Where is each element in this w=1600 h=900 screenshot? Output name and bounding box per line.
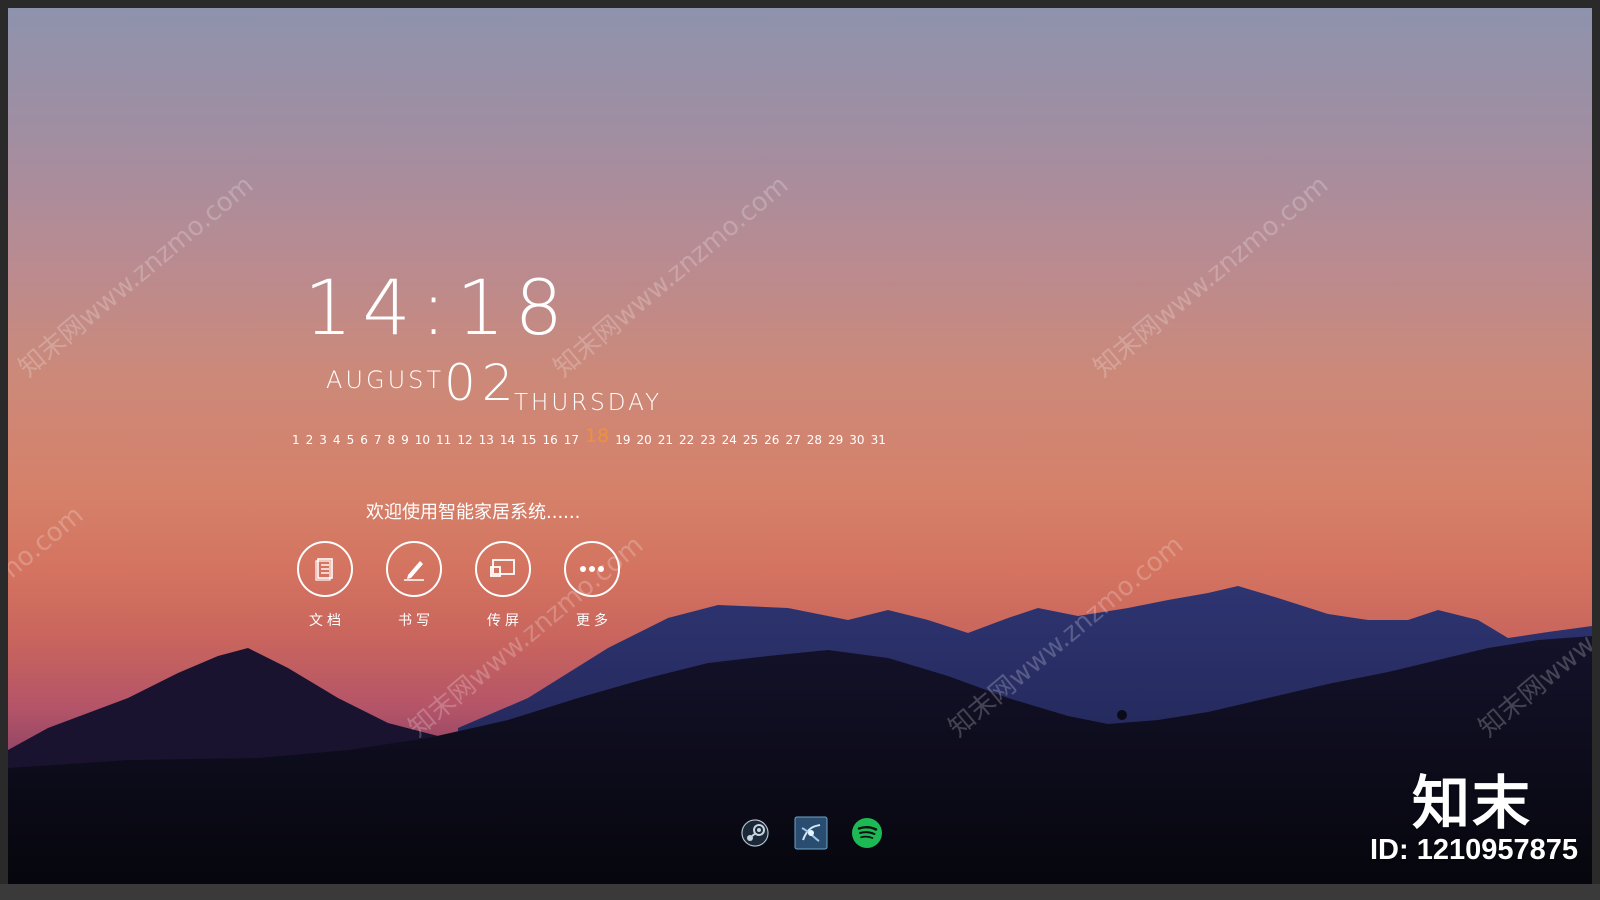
day-strip-item: 29	[828, 433, 844, 447]
day-strip-item: 11	[436, 433, 452, 447]
pen-icon	[404, 561, 424, 581]
app-label: 书写	[398, 613, 434, 629]
dock-spotify-button[interactable]	[850, 816, 884, 850]
app-write-button[interactable]: 书写	[385, 541, 443, 630]
day-strip-item: 4	[332, 433, 341, 447]
app-cast-button[interactable]: 传屏	[474, 541, 532, 630]
app-label: 更多	[576, 613, 612, 629]
day-strip-item: 27	[785, 433, 801, 447]
day-strip-item: 24	[721, 433, 737, 447]
day-strip-item: 15	[521, 433, 537, 447]
app-label: 传屏	[487, 613, 523, 629]
app-circle[interactable]	[475, 541, 531, 597]
month-day-strip: 1 2 3 4 5 6 7 8 9 10 11 12 13 14 15 16 17 18 19 20 21 22 23 24 2…	[292, 422, 886, 447]
brand-watermark: 知末	[1411, 769, 1532, 837]
app-circle[interactable]	[386, 541, 442, 597]
app-more-button[interactable]: 更多	[563, 541, 621, 630]
day-strip-item: 9	[401, 433, 409, 447]
day-strip-item: 12	[457, 433, 473, 447]
day-strip-item: 25	[742, 433, 759, 447]
steam-icon	[741, 819, 769, 847]
day-strip-item: 17	[563, 433, 580, 447]
document-icon	[315, 558, 333, 581]
app-circle[interactable]	[297, 541, 353, 597]
taskbar-dock	[738, 816, 884, 850]
day-strip-item: 8	[387, 433, 396, 447]
dock-steam-button[interactable]	[738, 816, 772, 850]
welcome-message: 欢迎使用智能家居系统......	[366, 502, 581, 523]
day-strip-item: 16	[542, 433, 558, 447]
app-document-button[interactable]: 文档	[296, 541, 354, 630]
day-strip-item: 18	[585, 425, 610, 447]
day-strip-item: 26	[764, 433, 780, 447]
day-strip-item: 1	[292, 433, 300, 447]
day-strip-item: 6	[360, 433, 368, 447]
day-strip-item: 22	[679, 433, 695, 447]
day-strip-item: 31	[870, 433, 886, 447]
more-icon	[580, 566, 604, 572]
app-circle[interactable]	[564, 541, 620, 597]
day-strip-item: 19	[615, 433, 631, 447]
launcher-icon	[794, 816, 828, 850]
day-strip-item: 14	[499, 433, 516, 447]
day-strip-item: 30	[849, 433, 865, 447]
day-strip-item: 21	[657, 433, 674, 447]
bottom-frame-bar	[0, 884, 1600, 900]
desktop-screen: 知末网www.znzmo.com 知末网www.znzmo.com 知末网www…	[8, 8, 1592, 884]
day-strip-item: 28	[806, 433, 823, 447]
clock-month: AUGUST	[326, 366, 445, 394]
app-launcher: 文档 书写 传屏 更多	[296, 541, 621, 630]
spotify-icon	[852, 818, 882, 848]
clock-day: 02	[444, 354, 520, 412]
day-strip-item: 3	[319, 433, 327, 447]
day-strip-item: 2	[305, 433, 314, 447]
app-label: 文档	[309, 613, 345, 629]
day-strip-item: 20	[636, 433, 652, 447]
day-strip-item: 23	[700, 433, 716, 447]
day-strip-item: 5	[346, 433, 355, 447]
day-strip-item: 10	[414, 433, 431, 447]
image-id-label: ID: 1210957875	[1370, 834, 1578, 866]
dock-launcher-button[interactable]	[794, 816, 828, 850]
clock-weekday: THURSDAY	[514, 390, 663, 416]
clock-time: 14:18	[304, 263, 574, 352]
day-strip-item: 7	[373, 433, 382, 447]
cast-screen-icon	[490, 559, 515, 577]
day-strip-item: 13	[478, 433, 494, 447]
